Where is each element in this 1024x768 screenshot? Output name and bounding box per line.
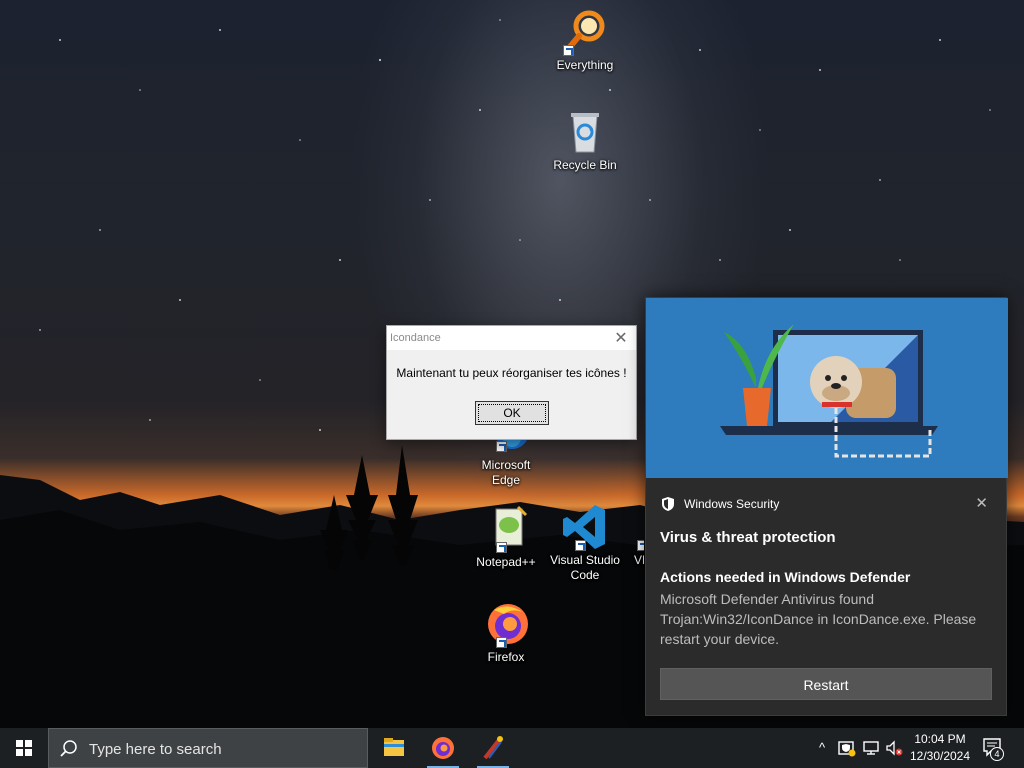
desktop-icon-label: Notepad++ [476, 555, 536, 569]
desktop-icon-firefox[interactable]: Firefox [468, 600, 544, 665]
ok-button[interactable]: OK [475, 401, 549, 425]
security-notification-toast[interactable]: Windows Security ✕ Virus & threat protec… [645, 297, 1008, 716]
toast-app-header: Windows Security [660, 496, 779, 512]
dialog-close-icon[interactable]: ✕ [612, 329, 630, 347]
everything-icon [561, 8, 609, 56]
clock-date: 12/30/2024 [909, 749, 971, 763]
desktop-icon-vlc-partial[interactable]: VL [620, 503, 644, 568]
shortcut-arrow-icon [496, 542, 507, 553]
taskbar-search-box[interactable]: Type here to search [48, 728, 368, 768]
desktop-icon-label: Recycle Bin [553, 158, 617, 172]
shortcut-arrow-icon [496, 637, 507, 648]
firefox-icon [432, 737, 454, 759]
taskbar-firefox[interactable] [421, 728, 465, 768]
vscode-icon [561, 503, 609, 551]
desktop-icon-label: VL [634, 553, 644, 567]
recycle-bin-icon [561, 108, 609, 156]
shortcut-arrow-icon [563, 45, 574, 56]
desktop-icon-everything[interactable]: Everything [547, 8, 623, 73]
security-tray-icon[interactable] [837, 738, 857, 758]
desktop-icon-label: Visual Studio Code [550, 553, 620, 582]
toast-close-icon[interactable]: ✕ [975, 494, 988, 512]
vlc-icon [620, 503, 644, 551]
dialog-title: Icondance [390, 332, 441, 344]
icondance-icon [483, 736, 503, 760]
file-explorer-icon [384, 738, 404, 756]
notepad-plus-plus-icon [482, 505, 530, 553]
desktop-icon-recycle-bin[interactable]: Recycle Bin [547, 108, 623, 173]
show-hidden-icons-chevron-icon[interactable]: ^ [812, 738, 832, 758]
toast-body: Microsoft Defender Antivirus found Troja… [660, 591, 977, 647]
toast-headline: Actions needed in Windows Defender [660, 569, 911, 585]
taskbar-clock[interactable]: 10:04 PM 12/30/2024 [905, 731, 975, 765]
network-icon[interactable] [861, 738, 881, 758]
firefox-icon [482, 600, 530, 648]
shortcut-arrow-icon [637, 540, 644, 551]
desktop-icon-label: Firefox [487, 650, 525, 664]
toast-section-title: Virus & threat protection [660, 529, 836, 546]
toast-app-name: Windows Security [684, 497, 780, 511]
dialog-message: Maintenant tu peux réorganiser tes icône… [396, 366, 627, 380]
desktop-icon-label: Everything [556, 58, 614, 72]
taskbar-file-explorer[interactable] [372, 728, 416, 768]
search-icon [60, 740, 77, 757]
notification-count-badge: 4 [990, 747, 1004, 761]
clock-time: 10:04 PM [914, 732, 966, 746]
taskbar: Type here to search ^ 10:04 PM 12/30/202… [0, 728, 1024, 768]
taskbar-icondance[interactable] [471, 728, 515, 768]
restart-button[interactable]: Restart [660, 668, 992, 700]
desktop-icon-label: Microsoft Edge [481, 458, 531, 487]
toast-hero-image [646, 298, 1008, 478]
start-button[interactable] [0, 728, 48, 768]
search-placeholder: Type here to search [89, 741, 222, 758]
windows-logo-icon [16, 740, 32, 756]
shield-icon [662, 497, 674, 511]
volume-muted-icon[interactable] [884, 738, 904, 758]
desktop-icon-notepad-plus-plus[interactable]: Notepad++ [468, 505, 544, 570]
shortcut-arrow-icon [496, 441, 507, 452]
shortcut-arrow-icon [575, 540, 586, 551]
desktop-icon-visual-studio-code[interactable]: Visual Studio Code [547, 503, 623, 583]
icondance-dialog: Icondance ✕ Maintenant tu peux réorganis… [386, 325, 637, 440]
dialog-titlebar[interactable]: Icondance ✕ [387, 326, 636, 350]
